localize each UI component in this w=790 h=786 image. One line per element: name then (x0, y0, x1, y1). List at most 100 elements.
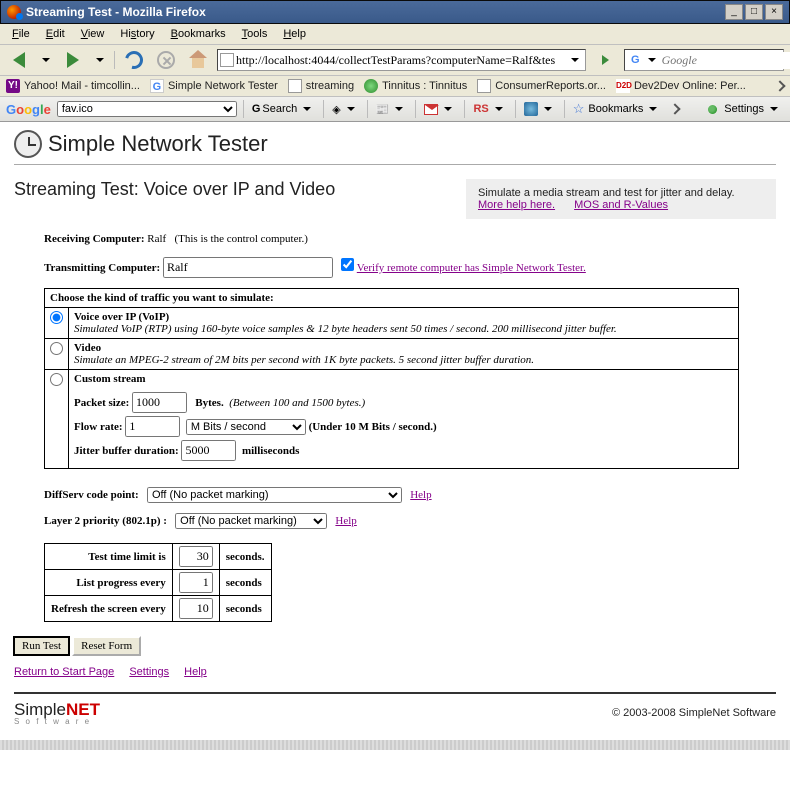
url-dropdown-icon[interactable] (571, 58, 579, 62)
home-button[interactable] (185, 48, 211, 72)
menu-edit[interactable]: Edit (40, 26, 71, 42)
forward-arrow-icon (67, 52, 79, 68)
news-button[interactable]: 📰 (374, 102, 410, 117)
verify-link[interactable]: Verify remote computer has Simple Networ… (357, 262, 586, 274)
menu-history[interactable]: History (114, 26, 160, 42)
timing-table: Test time limit isseconds. List progress… (44, 543, 272, 622)
copyright: © 2003-2008 SimpleNet Software (612, 707, 776, 719)
url-input[interactable] (234, 52, 567, 69)
page-icon (477, 79, 491, 93)
g-icon: G (150, 79, 164, 93)
google-toolbar: Google fav.ico GSearch ◈ 📰 RS ☆Bookmarks… (0, 97, 790, 122)
settings-link[interactable]: Settings (129, 666, 169, 678)
menu-bookmarks[interactable]: Bookmarks (165, 26, 232, 42)
bookmarks-button[interactable]: ☆Bookmarks (571, 100, 664, 118)
tx-label: Transmitting Computer: (44, 262, 160, 274)
page-content: Simple Network Tester Streaming Test: Vo… (0, 122, 790, 740)
jitter-input[interactable] (181, 440, 236, 461)
google-search-button[interactable]: GSearch (250, 102, 317, 116)
d2d-icon: D2D (616, 79, 630, 93)
menu-view[interactable]: View (75, 26, 111, 42)
time-limit-input[interactable] (179, 546, 213, 567)
back-button[interactable] (6, 48, 32, 72)
mos-rvalues-link[interactable]: MOS and R-Values (574, 199, 668, 211)
tx-input[interactable] (163, 257, 333, 278)
menubar: File Edit View History Bookmarks Tools H… (0, 24, 790, 45)
reload-button[interactable] (121, 48, 147, 72)
stop-icon (157, 51, 175, 69)
radio-custom[interactable] (50, 373, 63, 386)
stop-button[interactable] (153, 48, 179, 72)
progress-input[interactable] (179, 572, 213, 593)
gmail-button[interactable] (422, 103, 458, 116)
more-help-link[interactable]: More help here. (478, 199, 555, 211)
home-icon (189, 52, 207, 68)
tools-button[interactable] (522, 101, 558, 117)
help-link[interactable]: Help (184, 666, 207, 678)
flow-unit-select[interactable]: M Bits / second (186, 419, 306, 435)
radio-video[interactable] (50, 342, 63, 355)
close-button[interactable]: × (765, 4, 783, 20)
app-title: Simple Network Tester (14, 130, 776, 165)
forward-button[interactable] (60, 48, 86, 72)
firefox-icon (7, 5, 21, 19)
feed-button[interactable]: ◈ (330, 102, 360, 117)
statusbar (0, 740, 790, 750)
bookmark-tinnitus[interactable]: Tinnitus : Tinnitus (364, 79, 467, 93)
minimize-button[interactable]: _ (725, 4, 743, 20)
back-arrow-icon (13, 52, 25, 68)
searchbar[interactable]: G (624, 49, 784, 71)
go-icon (602, 55, 609, 65)
menu-file[interactable]: File (6, 26, 36, 42)
layer2-select[interactable]: Off (No packet marking) (175, 513, 327, 529)
run-test-button[interactable]: Run Test (14, 637, 69, 655)
recv-label: Receiving Computer: (44, 233, 145, 245)
engine-dropdown-icon[interactable] (648, 58, 656, 62)
titlebar: Streaming Test - Mozilla Firefox _ □ × (0, 0, 790, 24)
packet-size-input[interactable] (132, 392, 187, 413)
gmail-icon (424, 104, 438, 115)
menu-help[interactable]: Help (277, 26, 312, 42)
google-icon: G (631, 54, 640, 66)
maximize-button[interactable]: □ (745, 4, 763, 20)
reset-form-button[interactable]: Reset Form (72, 636, 141, 656)
radio-voip[interactable] (50, 311, 63, 324)
flow-rate-input[interactable] (125, 416, 180, 437)
google-search-select[interactable]: fav.ico (57, 101, 237, 117)
verify-checkbox[interactable] (341, 258, 354, 271)
helpbox: Simulate a media stream and test for jit… (466, 179, 776, 219)
traffic-table: Choose the kind of traffic you want to s… (44, 288, 739, 469)
bookmark-snt[interactable]: GSimple Network Tester (150, 79, 278, 93)
forward-dropdown-icon[interactable] (96, 58, 104, 62)
gbar-chevron-icon[interactable] (670, 103, 681, 114)
status-icon (708, 105, 717, 114)
return-link[interactable]: Return to Start Page (14, 666, 114, 678)
page-icon (220, 53, 234, 67)
bookmark-streaming[interactable]: streaming (288, 79, 354, 93)
google-logo: Google (6, 102, 51, 117)
diffserv-select[interactable]: Off (No packet marking) (147, 487, 402, 503)
diffserv-help-link[interactable]: Help (410, 489, 431, 501)
yahoo-icon: Y! (6, 79, 20, 93)
bookmark-consumer[interactable]: ConsumerReports.or... (477, 79, 606, 93)
refresh-input[interactable] (179, 598, 213, 619)
menu-tools[interactable]: Tools (236, 26, 274, 42)
urlbar[interactable] (217, 49, 586, 71)
simplenet-logo: SimpleNETS o f t w a r e (14, 700, 100, 726)
layer2-help-link[interactable]: Help (335, 515, 356, 527)
search-input[interactable] (660, 52, 790, 69)
back-dropdown-icon[interactable] (42, 58, 50, 62)
go-button[interactable] (592, 48, 618, 72)
tinnitus-icon (364, 79, 378, 93)
page-icon (288, 79, 302, 93)
overflow-chevron-icon[interactable] (774, 80, 785, 91)
traffic-header: Choose the kind of traffic you want to s… (45, 289, 739, 308)
gbar-settings-button[interactable]: Settings (706, 102, 784, 116)
recv-note: (This is the control computer.) (174, 233, 308, 245)
bookmark-yahoo[interactable]: Y!Yahoo! Mail - timcollin... (6, 79, 140, 93)
window-buttons: _ □ × (725, 4, 783, 20)
navbar: G (0, 45, 790, 76)
tools-icon (524, 102, 538, 116)
bookmark-dev2dev[interactable]: D2DDev2Dev Online: Per... (616, 79, 746, 93)
rs-button[interactable]: RS (471, 102, 508, 116)
